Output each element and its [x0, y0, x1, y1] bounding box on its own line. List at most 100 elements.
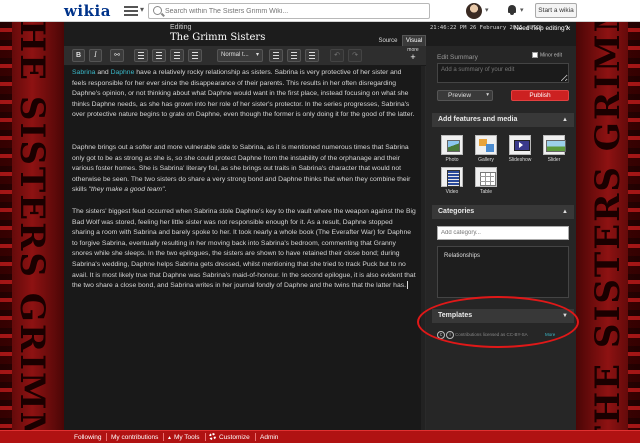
- global-navigation: wikia ▾ ▾ ▾ Start a wikia: [0, 0, 640, 22]
- content-paragraph-2[interactable]: Daphne brings out a softer and more vuln…: [72, 143, 416, 196]
- edit-summary-label: Edit Summary: [437, 54, 478, 61]
- menu-chevron-down-icon[interactable]: ▾: [140, 5, 144, 14]
- gear-icon: [209, 433, 216, 440]
- outdent-button[interactable]: [188, 49, 202, 62]
- bullet-list-button[interactable]: [134, 49, 148, 62]
- hamburger-menu-icon[interactable]: [124, 6, 138, 16]
- slideshow-icon: [509, 135, 531, 155]
- more-tools-button[interactable]: more +: [403, 47, 423, 64]
- media-label: Slideshow: [508, 157, 532, 163]
- minor-edit-label: Minor edit: [540, 52, 562, 59]
- publish-button[interactable]: Publish: [511, 90, 569, 101]
- numbered-list-button[interactable]: [152, 49, 166, 62]
- redo-button[interactable]: ↷: [348, 49, 362, 62]
- minor-edit-checkbox[interactable]: Minor edit: [532, 52, 562, 58]
- photo-icon: [441, 135, 463, 155]
- expand-arrow-icon: ▼: [562, 313, 568, 319]
- gallery-icon: [475, 135, 497, 155]
- paragraph-text: have a relatively rocky relationship as …: [72, 69, 415, 119]
- wikia-logo[interactable]: wikia: [64, 2, 111, 20]
- my-tools-label: My Tools: [173, 434, 200, 441]
- customize-label: Customize: [219, 434, 250, 441]
- section-title: Categories: [438, 208, 475, 215]
- my-contributions-link[interactable]: My contributions: [111, 432, 158, 443]
- media-label: Slider: [547, 157, 561, 163]
- media-label: Gallery: [478, 157, 494, 163]
- my-tools-menu[interactable]: ▲ My Tools: [167, 432, 199, 443]
- decorative-strip: [628, 22, 640, 430]
- search-input[interactable]: [165, 5, 425, 17]
- chevron-down-icon: ▾: [255, 52, 259, 58]
- cc-icon: c: [437, 331, 445, 339]
- table-icon: [475, 167, 497, 187]
- chevron-down-icon[interactable]: ▾: [486, 91, 489, 100]
- tab-visual[interactable]: Visual: [402, 35, 426, 46]
- templates-section-header[interactable]: Templates ▼: [432, 309, 574, 323]
- checkbox[interactable]: [532, 52, 538, 58]
- admin-link[interactable]: Admin: [260, 432, 278, 443]
- paragraph-format-select[interactable]: Normal t... ▾: [217, 49, 263, 62]
- align-right-button[interactable]: [305, 49, 319, 62]
- add-slideshow-button[interactable]: Slideshow: [507, 135, 533, 165]
- plus-icon: +: [410, 52, 416, 62]
- add-category-input[interactable]: [437, 226, 569, 240]
- chevron-up-icon: ▲: [167, 435, 172, 441]
- decorative-wordmark: THE SISTERS GRIMM: [12, 22, 52, 430]
- italic-button[interactable]: I: [89, 49, 102, 62]
- by-icon: i: [446, 331, 454, 339]
- slider-icon: [543, 135, 566, 155]
- bottom-toolbar: Following My contributions ▲ My Tools Cus…: [0, 430, 640, 443]
- media-section-header[interactable]: Add features and media ▲: [432, 113, 574, 127]
- search-icon[interactable]: [153, 6, 162, 15]
- bold-button[interactable]: B: [72, 49, 85, 62]
- align-left-button[interactable]: [269, 49, 283, 62]
- right-background-decoration: THE SISTERS GRIMM: [576, 22, 640, 430]
- daphne-link[interactable]: Daphne: [111, 69, 135, 76]
- video-icon: [441, 167, 463, 187]
- add-slider-button[interactable]: Slider: [541, 135, 567, 165]
- close-icon[interactable]: ×: [566, 24, 571, 33]
- user-menu-chevron-down-icon[interactable]: ▾: [485, 6, 489, 14]
- editing-label: Editing: [170, 24, 192, 31]
- edit-summary-field[interactable]: [437, 63, 569, 83]
- decorative-strip: [0, 22, 12, 430]
- collapse-arrow-icon: ▲: [562, 209, 568, 215]
- undo-button[interactable]: ↶: [330, 49, 344, 62]
- tab-source[interactable]: Source: [376, 36, 400, 46]
- help-editing-link[interactable]: Need help editing?: [514, 25, 568, 32]
- paragraph-text: The sisters' biggest feud occurred when …: [72, 208, 416, 290]
- following-link[interactable]: Following: [74, 432, 101, 443]
- customize-link[interactable]: Customize: [209, 432, 250, 443]
- link-button[interactable]: ⚯: [110, 49, 124, 62]
- user-avatar[interactable]: [466, 3, 482, 19]
- editor-header: Editing The Grimm Sisters 21:46:22 PM 26…: [64, 22, 576, 46]
- notifications-chevron-down-icon[interactable]: ▾: [520, 6, 524, 14]
- add-gallery-button[interactable]: Gallery: [473, 135, 499, 165]
- formatting-toolbar: B I ⚯ Normal t... ▾ ↶ ↷ more +: [64, 46, 426, 66]
- paragraph-text: and: [95, 69, 111, 76]
- categories-section-header[interactable]: Categories ▲: [432, 205, 574, 219]
- add-video-button[interactable]: Video: [439, 167, 465, 197]
- content-paragraph-1[interactable]: Sabrina and Daphne have a relatively roc…: [72, 68, 416, 121]
- section-title: Templates: [438, 312, 473, 319]
- media-label: Video: [445, 189, 459, 195]
- add-photo-button[interactable]: Photo: [439, 135, 465, 165]
- article-content-editor[interactable]: Sabrina and Daphne have a relatively roc…: [64, 66, 426, 430]
- redo-icon: ↷: [352, 52, 358, 59]
- start-a-wikia-button[interactable]: Start a wikia: [535, 3, 577, 18]
- search-box[interactable]: [148, 3, 430, 19]
- section-title: Add features and media: [438, 116, 518, 123]
- add-table-button[interactable]: Table: [473, 167, 499, 197]
- notifications-bell-icon[interactable]: [507, 5, 517, 15]
- sabrina-link[interactable]: Sabrina: [72, 69, 95, 76]
- decorative-wordmark: THE SISTERS GRIMM: [588, 22, 628, 430]
- align-center-button[interactable]: [287, 49, 301, 62]
- page-title: The Grimm Sisters: [170, 32, 266, 43]
- content-paragraph-3[interactable]: The sisters' biggest feud occurred when …: [72, 207, 416, 292]
- left-background-decoration: THE SISTERS GRIMM: [0, 22, 64, 430]
- category-item[interactable]: Relationships: [444, 253, 480, 259]
- content-scrollbar[interactable]: [421, 66, 425, 430]
- preview-button[interactable]: Preview ▾: [437, 90, 493, 101]
- indent-button[interactable]: [170, 49, 184, 62]
- license-more-link[interactable]: More: [545, 332, 555, 337]
